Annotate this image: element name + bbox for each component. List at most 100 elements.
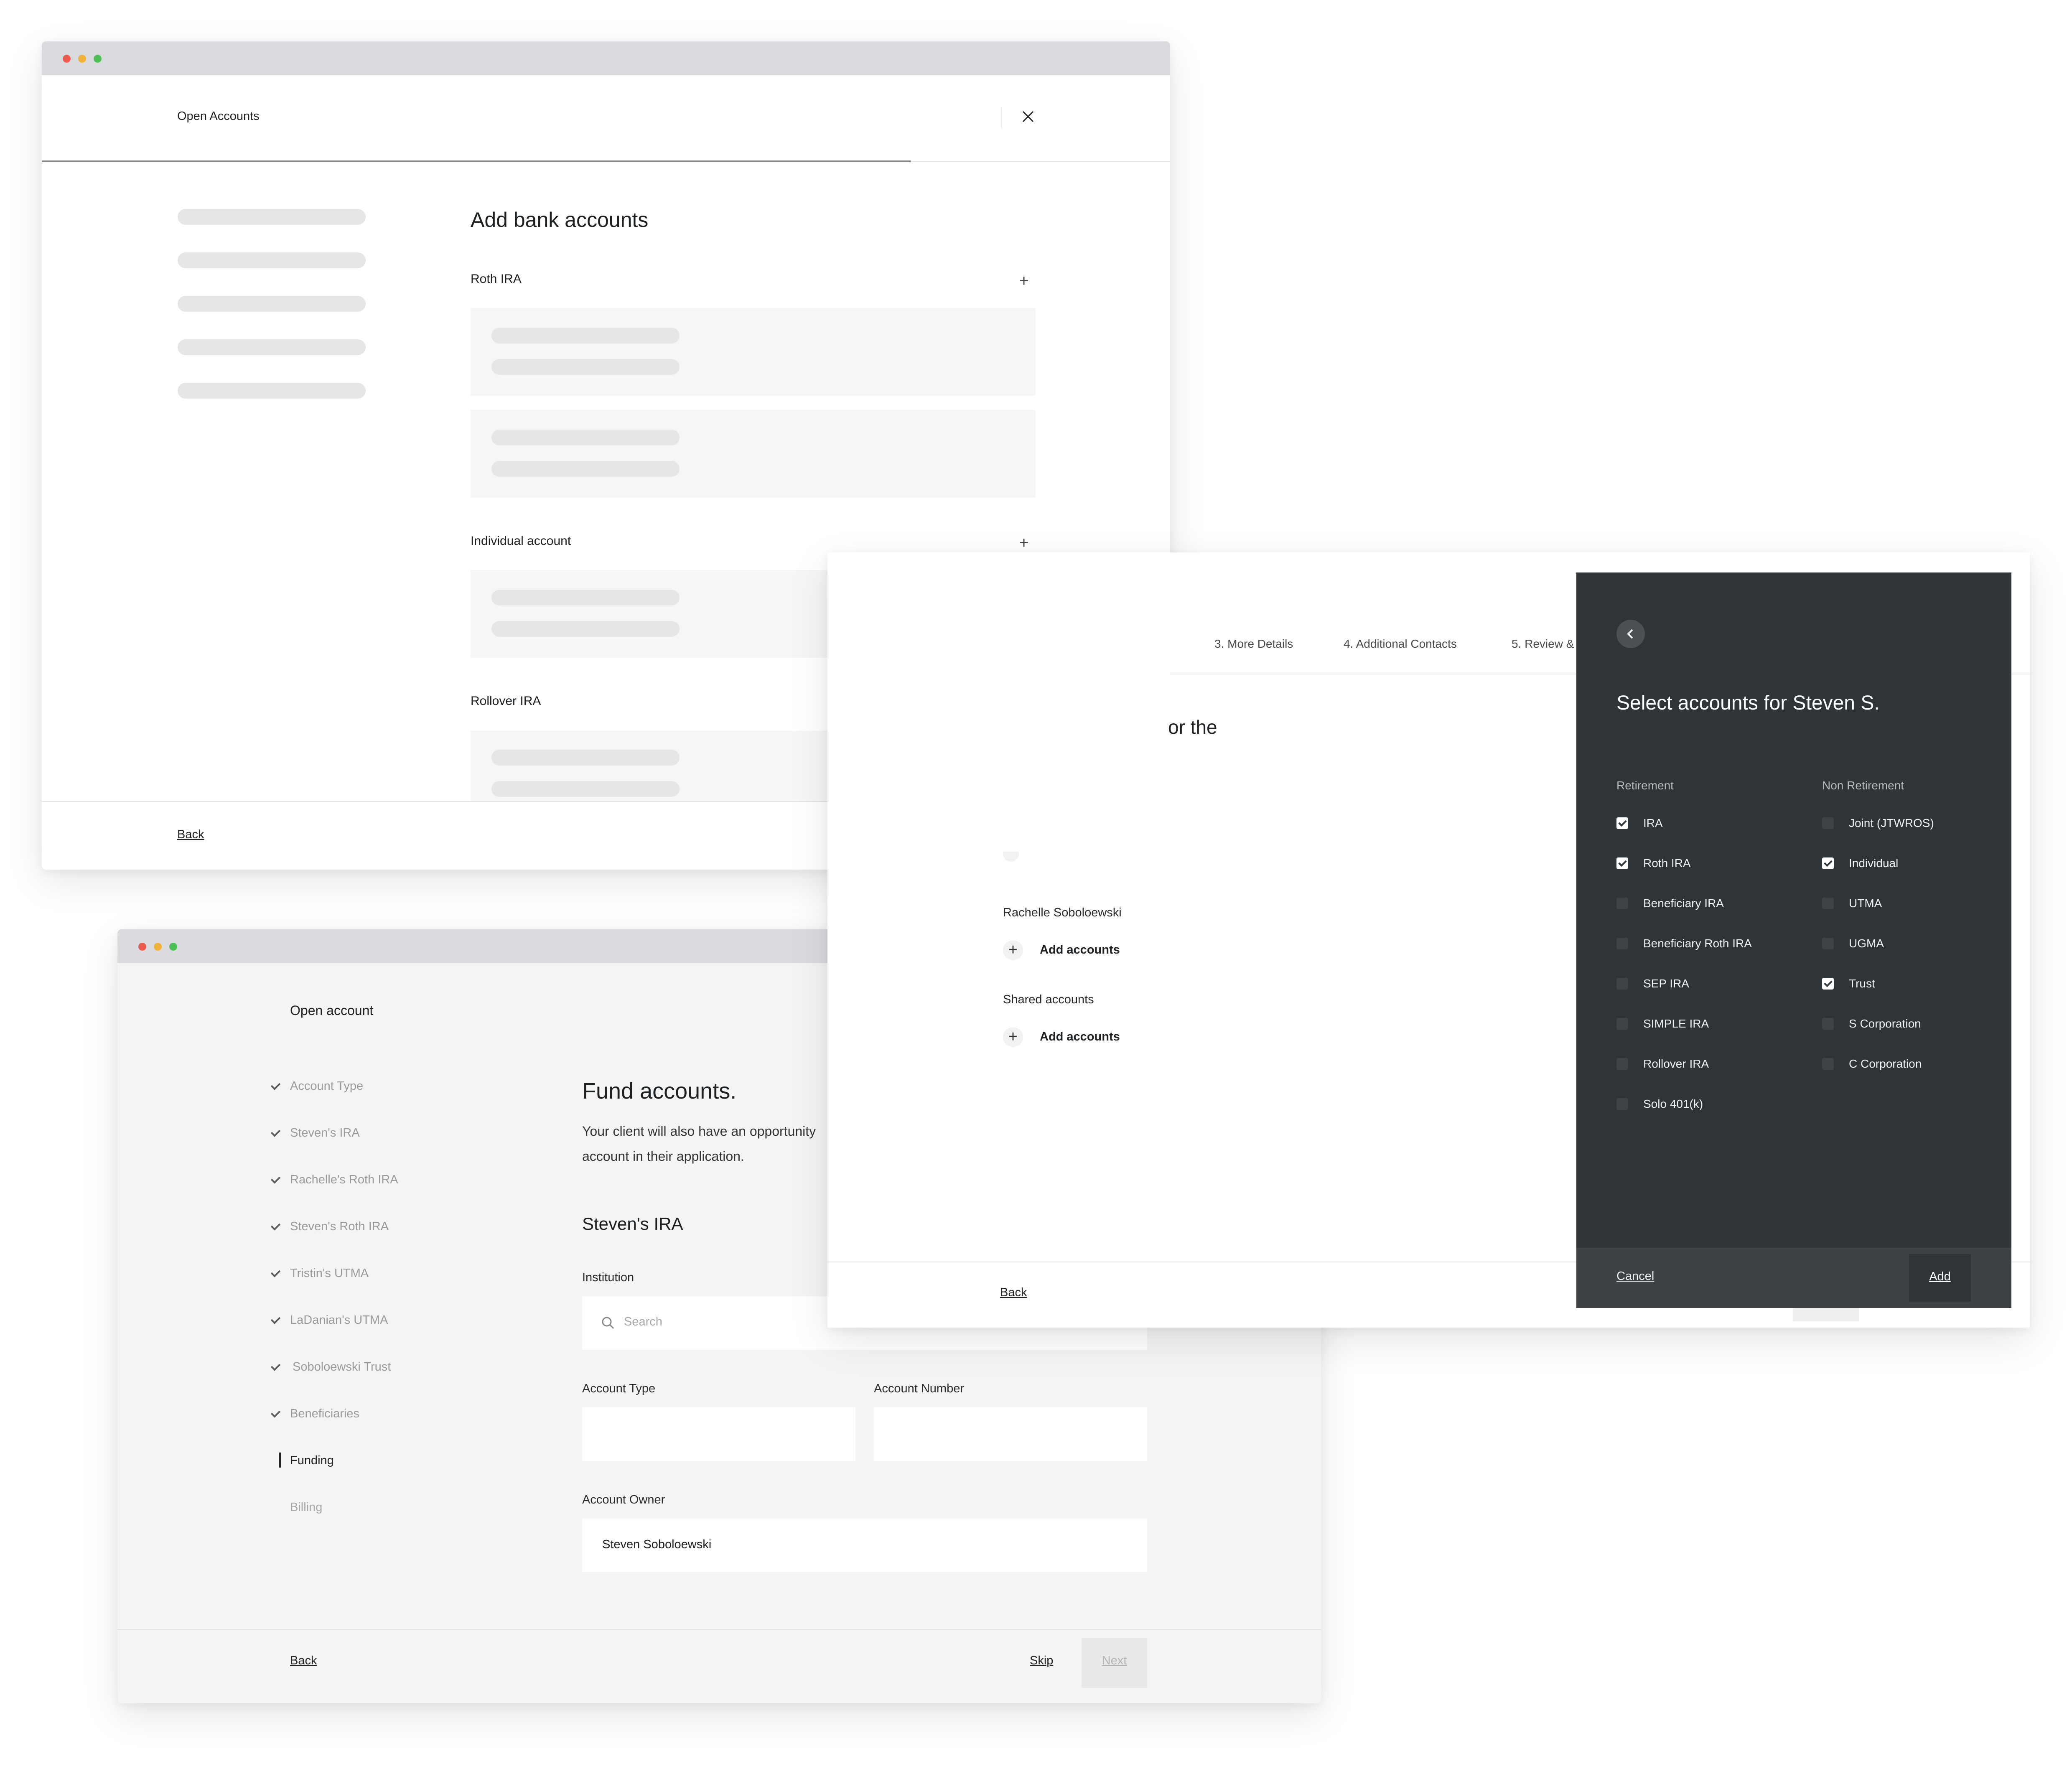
page-title: Open account — [290, 1003, 374, 1018]
back-link[interactable]: Back — [290, 1654, 317, 1668]
account-option-label[interactable]: UGMA — [1849, 937, 1884, 950]
account-option-label[interactable]: SEP IRA — [1643, 977, 1689, 990]
account-option-label[interactable]: Joint (JTWROS) — [1849, 817, 1934, 830]
search-input[interactable]: Search — [624, 1315, 662, 1329]
checkmark-icon — [270, 1408, 281, 1418]
account-type-field[interactable] — [582, 1407, 855, 1461]
chevron-left-icon[interactable] — [1616, 620, 1645, 648]
plus-icon[interactable]: + — [1003, 1027, 1023, 1047]
account-type-label: Account Type — [582, 1382, 656, 1395]
account-option-label[interactable]: SIMPLE IRA — [1643, 1017, 1709, 1030]
nav-skeleton — [178, 209, 366, 225]
select-accounts-panel: Select accounts for Steven S. Retirement… — [1576, 572, 2011, 1308]
account-option-label[interactable]: Individual — [1849, 857, 1898, 870]
step-item[interactable]: Account Type — [290, 1079, 363, 1093]
group-label: Individual account — [471, 534, 571, 548]
card-skeleton-line — [491, 750, 680, 766]
account-checkbox[interactable] — [1616, 978, 1628, 990]
account-checkbox[interactable] — [1616, 817, 1628, 829]
group-label: Roth IRA — [471, 272, 522, 286]
account-checkbox[interactable] — [1822, 857, 1834, 869]
institution-label: Institution — [582, 1271, 634, 1284]
card-skeleton-line — [491, 430, 680, 445]
account-option-label[interactable]: S Corporation — [1849, 1017, 1921, 1030]
section-title: Steven's IRA — [582, 1214, 683, 1234]
maximize-dot[interactable] — [169, 943, 177, 951]
panel-title: Select accounts for Steven S. — [1616, 692, 1880, 714]
add-accounts-button[interactable]: Add accounts — [1040, 943, 1120, 957]
description-line: Your client will also have an opportunit… — [582, 1124, 816, 1139]
account-checkbox[interactable] — [1822, 1058, 1834, 1070]
account-option-label[interactable]: Beneficiary IRA — [1643, 897, 1724, 910]
account-checkbox[interactable] — [1822, 978, 1834, 990]
add-button[interactable]: Add — [1909, 1254, 1971, 1302]
account-option-label[interactable]: Trust — [1849, 977, 1875, 990]
panel-footer: Cancel Add — [1576, 1248, 2011, 1308]
checkmark-icon — [270, 1080, 281, 1090]
account-option-label[interactable]: Rollover IRA — [1643, 1057, 1709, 1071]
card-skeleton-line — [491, 359, 680, 375]
non-retirement-header: Non Retirement — [1822, 779, 1904, 792]
account-number-field[interactable] — [874, 1407, 1147, 1461]
account-option-label[interactable]: Beneficiary Roth IRA — [1643, 937, 1752, 950]
account-option-label[interactable]: UTMA — [1849, 897, 1882, 910]
minimize-dot[interactable] — [78, 55, 86, 63]
progress-bar — [42, 160, 911, 162]
next-button-label: Next — [1102, 1654, 1127, 1667]
step-item[interactable]: Steven's Roth IRA — [290, 1220, 389, 1234]
account-option-label[interactable]: C Corporation — [1849, 1057, 1922, 1071]
skip-link[interactable]: Skip — [1030, 1654, 1053, 1668]
account-checkbox[interactable] — [1616, 1058, 1628, 1070]
step-item[interactable]: LaDanian's UTMA — [290, 1313, 388, 1327]
account-checkbox[interactable] — [1822, 938, 1834, 949]
step-item[interactable]: Beneficiaries — [290, 1407, 359, 1421]
step-item[interactable]: Tristin's UTMA — [290, 1267, 369, 1280]
account-checkbox[interactable] — [1616, 938, 1628, 949]
nav-skeleton — [178, 383, 366, 399]
window-select-accounts: 3. More Details 4. Additional Contacts 5… — [827, 552, 2030, 1328]
account-owner-field[interactable]: Steven Soboloewski — [582, 1519, 1147, 1572]
minimize-dot[interactable] — [154, 943, 162, 951]
account-option-label[interactable]: Solo 401(k) — [1643, 1097, 1703, 1111]
account-checkbox[interactable] — [1822, 1018, 1834, 1030]
card-skeleton-line — [491, 621, 680, 637]
step-item-current[interactable]: Funding — [290, 1454, 334, 1468]
shared-accounts-label: Shared accounts — [1003, 993, 1094, 1006]
tab-additional-contacts[interactable]: 4. Additional Contacts — [1344, 637, 1457, 651]
checkmark-icon — [270, 1361, 281, 1371]
plus-icon[interactable]: + — [1016, 272, 1032, 289]
person-label: Rachelle Soboloewski — [1003, 906, 1122, 919]
next-button[interactable]: Next — [1082, 1638, 1147, 1688]
plus-icon[interactable]: + — [1003, 940, 1023, 960]
account-checkbox[interactable] — [1616, 898, 1628, 909]
account-checkbox[interactable] — [1616, 857, 1628, 869]
group-label: Rollover IRA — [471, 694, 541, 708]
maximize-dot[interactable] — [94, 55, 102, 63]
close-dot[interactable] — [138, 943, 146, 951]
back-link[interactable]: Back — [1000, 1286, 1027, 1300]
cancel-link[interactable]: Cancel — [1616, 1269, 1654, 1283]
account-option-label[interactable]: Roth IRA — [1643, 857, 1691, 870]
tab-review[interactable]: 5. Review & — [1512, 637, 1574, 651]
back-link[interactable]: Back — [177, 828, 204, 842]
account-checkbox[interactable] — [1822, 817, 1834, 829]
window-titlebar — [42, 41, 1170, 75]
tab-more-details[interactable]: 3. More Details — [1214, 637, 1293, 651]
account-checkbox[interactable] — [1616, 1098, 1628, 1110]
close-dot[interactable] — [63, 55, 71, 63]
step-item[interactable]: Soboloewski Trust — [293, 1360, 391, 1374]
plus-icon[interactable]: + — [1016, 534, 1032, 551]
description-line: account in their application. — [582, 1149, 744, 1164]
add-accounts-button[interactable]: Add accounts — [1040, 1030, 1120, 1044]
checkmark-icon — [270, 1174, 281, 1184]
account-checkbox[interactable] — [1616, 1018, 1628, 1030]
search-icon — [601, 1315, 616, 1331]
account-checkbox[interactable] — [1822, 898, 1834, 909]
footer-divider — [117, 1629, 1321, 1630]
step-item[interactable]: Billing — [290, 1501, 322, 1514]
step-item[interactable]: Steven's IRA — [290, 1126, 360, 1140]
step-item[interactable]: Rachelle's Roth IRA — [290, 1173, 398, 1187]
account-option-label[interactable]: IRA — [1643, 817, 1663, 830]
page-title: Open Accounts — [177, 109, 260, 123]
close-icon[interactable] — [1020, 108, 1036, 125]
